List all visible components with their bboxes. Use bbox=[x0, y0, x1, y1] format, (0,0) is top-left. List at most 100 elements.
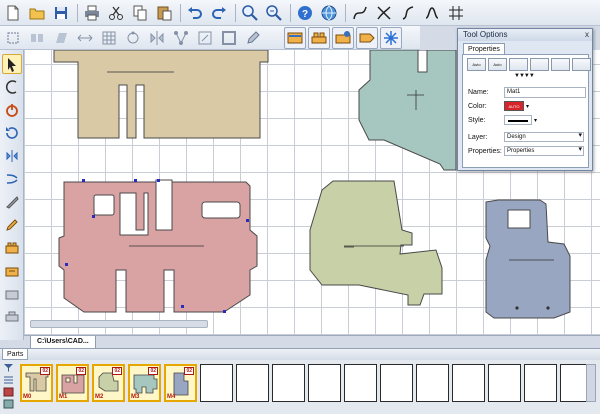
expand-arrows-icon[interactable]: ▼▼▼▼ bbox=[514, 73, 535, 79]
cut-icon[interactable] bbox=[105, 2, 127, 24]
power-icon[interactable] bbox=[2, 100, 22, 120]
shape-button-5[interactable] bbox=[551, 58, 570, 71]
nest-sheet-icon[interactable] bbox=[356, 26, 378, 49]
empty-part-slot[interactable] bbox=[236, 364, 269, 402]
s-curve-icon[interactable] bbox=[397, 2, 419, 24]
layer-select[interactable]: Design bbox=[504, 132, 584, 142]
array-icon[interactable] bbox=[98, 27, 120, 49]
shape-button-3[interactable] bbox=[509, 58, 528, 71]
separator bbox=[235, 3, 236, 22]
rotate-icon[interactable] bbox=[2, 123, 22, 143]
layer-label: Layer: bbox=[468, 133, 488, 141]
align-points-icon[interactable] bbox=[2, 27, 24, 49]
mat-tool-2-icon[interactable] bbox=[2, 261, 22, 281]
empty-part-slot[interactable] bbox=[380, 364, 413, 402]
grid-icon[interactable] bbox=[445, 2, 467, 24]
parts-scrollbar[interactable] bbox=[586, 364, 596, 402]
svg-text:?: ? bbox=[302, 9, 308, 20]
part-label: M4 bbox=[167, 394, 176, 400]
auto-button-2[interactable]: Auto bbox=[488, 58, 507, 71]
rotate-copy-icon[interactable] bbox=[122, 27, 144, 49]
parts-tab[interactable]: Parts bbox=[2, 349, 29, 360]
web-globe-icon[interactable] bbox=[318, 2, 340, 24]
part-m3[interactable] bbox=[358, 50, 457, 171]
nest-part-icon[interactable] bbox=[308, 26, 330, 49]
parts-list-icon[interactable] bbox=[2, 374, 15, 385]
new-file-icon[interactable] bbox=[2, 2, 24, 24]
nest-selected-icon[interactable] bbox=[332, 26, 354, 49]
auto-button-1[interactable]: Auto bbox=[467, 58, 486, 71]
part-thumbnail[interactable]: 02 M0 bbox=[20, 364, 53, 402]
parts-panel: 02 M0 02 M1 02 M2 02 M3 02 M4 bbox=[0, 360, 600, 414]
curve-tool-icon[interactable] bbox=[349, 2, 371, 24]
empty-part-slot[interactable] bbox=[200, 364, 233, 402]
scale-icon[interactable] bbox=[194, 27, 216, 49]
mat-tool-4-icon[interactable] bbox=[2, 307, 22, 327]
pen-icon[interactable] bbox=[2, 215, 22, 235]
distribute-icon[interactable] bbox=[26, 27, 48, 49]
close-icon[interactable]: x bbox=[585, 30, 589, 40]
filter-icon[interactable] bbox=[2, 362, 15, 373]
color-swatch[interactable]: AUTO bbox=[504, 101, 524, 111]
arc-tool-icon[interactable] bbox=[2, 77, 22, 97]
open-folder-icon[interactable] bbox=[26, 2, 48, 24]
shape-button-6[interactable] bbox=[572, 58, 591, 71]
parts-remove-icon[interactable] bbox=[2, 398, 15, 409]
empty-part-slot[interactable] bbox=[488, 364, 521, 402]
copy-icon[interactable] bbox=[129, 2, 151, 24]
empty-part-slot[interactable] bbox=[452, 364, 485, 402]
help-icon[interactable]: ? bbox=[294, 2, 316, 24]
sparkle-icon[interactable] bbox=[380, 26, 402, 49]
zoom-in-icon[interactable] bbox=[239, 2, 261, 24]
parts-add-icon[interactable] bbox=[2, 386, 15, 397]
stretch-icon[interactable] bbox=[74, 27, 96, 49]
select-arrow-icon[interactable] bbox=[1, 54, 22, 74]
parts-thumbnails: 02 M0 02 M1 02 M2 02 M3 02 M4 bbox=[20, 364, 596, 402]
pencil-edit-icon[interactable] bbox=[242, 27, 264, 49]
color-dropdown-icon[interactable]: ▾ bbox=[526, 103, 529, 110]
mirror-vertical-icon[interactable] bbox=[2, 169, 22, 189]
part-label: M3 bbox=[131, 394, 140, 400]
flip-icon[interactable] bbox=[2, 146, 22, 166]
mat-tool-3-icon[interactable] bbox=[2, 284, 22, 304]
empty-part-slot[interactable] bbox=[416, 364, 449, 402]
empty-part-slot[interactable] bbox=[344, 364, 377, 402]
part-thumbnail[interactable]: 02 M3 bbox=[128, 364, 161, 402]
offset-icon[interactable] bbox=[218, 27, 240, 49]
mat-tool-1-icon[interactable] bbox=[2, 238, 22, 258]
wave-curve-icon[interactable] bbox=[421, 2, 443, 24]
line-style-swatch[interactable] bbox=[504, 115, 532, 125]
undo-icon[interactable] bbox=[184, 2, 206, 24]
properties-select[interactable]: Properties bbox=[504, 146, 584, 156]
name-field[interactable]: Mat1 bbox=[504, 87, 586, 98]
style-dropdown-icon[interactable]: ▾ bbox=[534, 117, 537, 124]
canvas-horizontal-scrollbar[interactable] bbox=[30, 320, 208, 328]
part-m2[interactable] bbox=[309, 180, 443, 306]
empty-part-slot[interactable] bbox=[524, 364, 557, 402]
part-m0[interactable] bbox=[53, 50, 269, 139]
nodes-icon[interactable] bbox=[170, 27, 192, 49]
part-thumbnail[interactable]: 02 M1 bbox=[56, 364, 89, 402]
part-m4-dot-1 bbox=[515, 306, 519, 310]
part-count-badge: 02 bbox=[112, 367, 122, 375]
nest-all-icon[interactable] bbox=[284, 26, 306, 49]
shape-button-4[interactable] bbox=[530, 58, 549, 71]
part-count-badge: 02 bbox=[40, 367, 50, 375]
redo-icon[interactable] bbox=[208, 2, 230, 24]
part-thumbnail[interactable]: 02 M4 bbox=[164, 364, 197, 402]
empty-part-slot[interactable] bbox=[272, 364, 305, 402]
part-m4-hole bbox=[507, 209, 531, 229]
empty-part-slot[interactable] bbox=[308, 364, 341, 402]
cross-curve-icon[interactable] bbox=[373, 2, 395, 24]
knife-icon[interactable] bbox=[2, 192, 22, 212]
mirror-icon[interactable] bbox=[146, 27, 168, 49]
shear-icon[interactable] bbox=[50, 27, 72, 49]
paste-icon[interactable] bbox=[153, 2, 175, 24]
print-icon[interactable] bbox=[81, 2, 103, 24]
properties-tab[interactable]: Properties bbox=[463, 43, 505, 54]
part-label: M2 bbox=[95, 394, 104, 400]
save-icon[interactable] bbox=[50, 2, 72, 24]
zoom-out-icon[interactable] bbox=[263, 2, 285, 24]
part-thumbnail[interactable]: 02 M2 bbox=[92, 364, 125, 402]
style-label: Style: bbox=[468, 116, 486, 124]
